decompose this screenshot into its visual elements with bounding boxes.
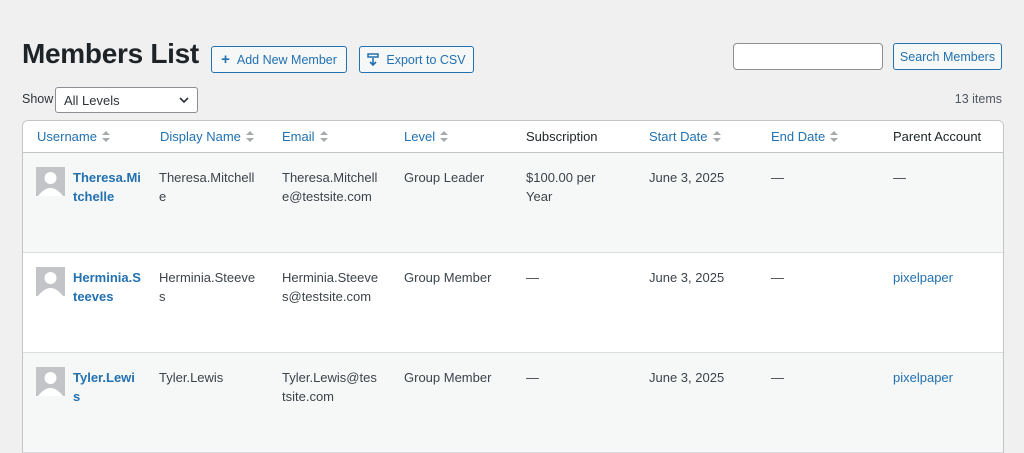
display-name-cell: Herminia.Steeves bbox=[159, 270, 256, 304]
end-date-cell: — bbox=[771, 370, 784, 385]
subscription-cell: — bbox=[526, 370, 539, 385]
start-date-cell: June 3, 2025 bbox=[649, 170, 725, 185]
search-input[interactable] bbox=[733, 43, 883, 70]
column-email[interactable]: Email bbox=[282, 129, 328, 144]
subscription-cell: $100.00 per Year bbox=[526, 170, 596, 204]
column-start-date[interactable]: Start Date bbox=[649, 129, 721, 144]
column-parent-account: Parent Account bbox=[893, 129, 981, 144]
page-title: Members List bbox=[22, 38, 199, 69]
display-name-cell: Tyler.Lewis bbox=[159, 370, 224, 385]
column-display-name-label: Display Name bbox=[160, 129, 241, 144]
username-link[interactable]: Tyler.Lewis bbox=[73, 369, 141, 406]
avatar bbox=[36, 267, 65, 296]
avatar bbox=[36, 367, 65, 396]
members-table: Username Display Name Email Level Subscr… bbox=[22, 120, 1004, 453]
level-cell: Group Leader bbox=[404, 170, 485, 185]
table-header: Username Display Name Email Level Subscr… bbox=[23, 121, 1003, 153]
level-select-value: All Levels bbox=[64, 92, 120, 108]
username-link[interactable]: Herminia.Steeves bbox=[73, 269, 141, 306]
sort-icon bbox=[830, 131, 839, 142]
column-start-date-label: Start Date bbox=[649, 129, 708, 144]
level-cell: Group Member bbox=[404, 370, 492, 385]
column-level-label: Level bbox=[404, 129, 436, 144]
parent-account-link[interactable]: pixelpaper bbox=[893, 369, 993, 388]
show-label: Show bbox=[22, 92, 54, 106]
start-date-cell: June 3, 2025 bbox=[649, 270, 725, 285]
sort-icon bbox=[101, 131, 110, 142]
plus-icon: + bbox=[221, 50, 230, 68]
search-members-button[interactable]: Search Members bbox=[893, 43, 1002, 70]
column-subscription-label: Subscription bbox=[526, 129, 598, 144]
avatar bbox=[36, 167, 65, 196]
add-new-member-button[interactable]: + Add New Member bbox=[211, 46, 347, 73]
start-date-cell: June 3, 2025 bbox=[649, 370, 725, 385]
username-link[interactable]: Theresa.Mitchelle bbox=[73, 169, 141, 206]
chevron-down-icon bbox=[179, 97, 189, 104]
email-cell: Tyler.Lewis@testsite.com bbox=[282, 370, 377, 404]
sort-icon bbox=[712, 131, 721, 142]
subscription-cell: — bbox=[526, 270, 539, 285]
export-csv-button[interactable]: Export to CSV bbox=[359, 46, 474, 73]
export-csv-label: Export to CSV bbox=[386, 52, 466, 67]
column-display-name[interactable]: Display Name bbox=[160, 129, 254, 144]
email-cell: Herminia.Steeves@testsite.com bbox=[282, 270, 379, 304]
column-parent-account-label: Parent Account bbox=[893, 129, 982, 144]
sort-icon bbox=[319, 131, 328, 142]
column-end-date-label: End Date bbox=[771, 129, 826, 144]
parent-account-link[interactable]: pixelpaper bbox=[893, 269, 993, 288]
display-name-cell: Theresa.Mitchelle bbox=[159, 170, 255, 204]
items-count: 13 items bbox=[954, 92, 1002, 106]
end-date-cell: — bbox=[771, 270, 784, 285]
members-page: Members List + Add New Member Export to … bbox=[0, 0, 1024, 453]
end-date-cell: — bbox=[771, 170, 784, 185]
email-cell: Theresa.Mitchelle@testsite.com bbox=[282, 170, 378, 204]
column-email-label: Email bbox=[282, 129, 315, 144]
sort-icon bbox=[245, 131, 254, 142]
table-row: Theresa.Mitchelle Theresa.Mitchelle Ther… bbox=[23, 153, 1003, 253]
table-row: Tyler.Lewis Tyler.Lewis Tyler.Lewis@test… bbox=[23, 353, 1003, 453]
add-new-member-label: Add New Member bbox=[236, 52, 337, 67]
column-level[interactable]: Level bbox=[404, 129, 449, 144]
parent-account-cell: — bbox=[893, 170, 906, 185]
table-row: Herminia.Steeves Herminia.Steeves Hermin… bbox=[23, 253, 1003, 353]
column-end-date[interactable]: End Date bbox=[771, 129, 839, 144]
column-username-label: Username bbox=[37, 129, 97, 144]
column-username[interactable]: Username bbox=[37, 129, 110, 144]
level-cell: Group Member bbox=[404, 270, 492, 285]
level-select[interactable]: All Levels bbox=[55, 87, 198, 113]
download-icon bbox=[367, 52, 380, 66]
column-subscription: Subscription bbox=[526, 129, 598, 144]
sort-icon bbox=[440, 131, 449, 142]
